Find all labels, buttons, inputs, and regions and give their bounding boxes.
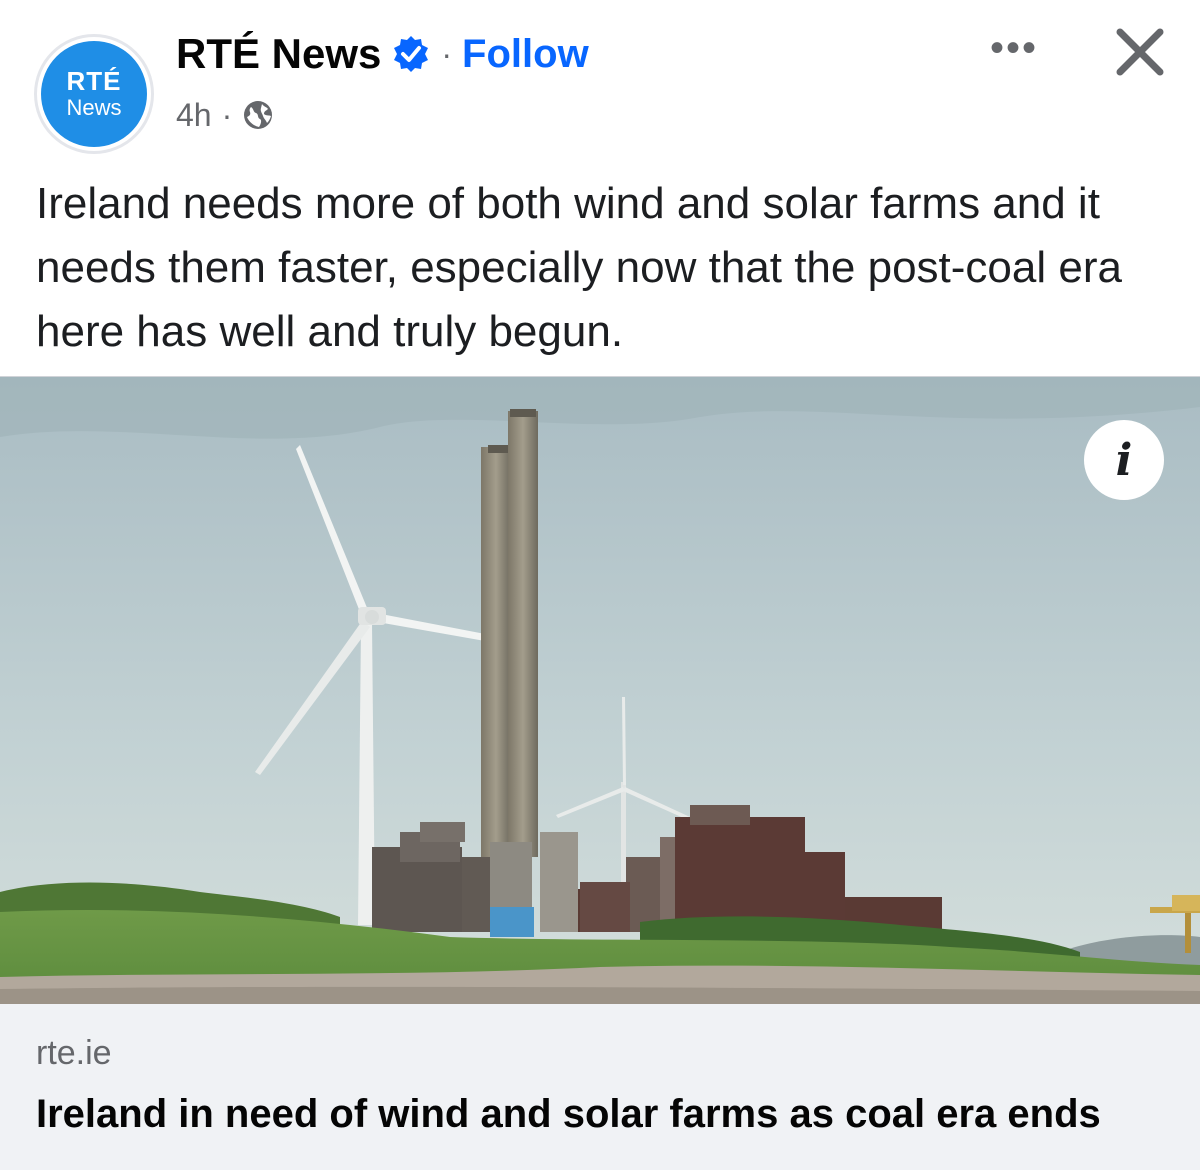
post-caption: Ireland needs more of both wind and sola… (36, 179, 1122, 356)
facebook-post: RTÉ News RTÉ News · Follow 4h · ••• Irel… (0, 0, 1200, 1170)
globe-icon (244, 101, 273, 129)
avatar-logo-text-rte: RTÉ (66, 66, 122, 96)
post-author-row: RTÉ News · Follow (176, 26, 589, 82)
meta-separator: · (221, 96, 233, 133)
post-image-power-station[interactable] (0, 376, 1200, 1005)
more-options-button[interactable]: ••• (972, 26, 1056, 70)
post-meta-row: 4h · (176, 92, 274, 138)
follow-button[interactable]: Follow (462, 32, 589, 77)
page-name-link[interactable]: RTÉ News (176, 30, 381, 78)
link-domain: rte.ie (36, 1034, 112, 1072)
close-icon[interactable] (1108, 20, 1172, 84)
page-avatar[interactable]: RTÉ News (34, 34, 154, 154)
rte-logo: RTÉ News (41, 41, 147, 147)
post-timestamp[interactable]: 4h (176, 97, 212, 134)
image-info-button[interactable]: i (1084, 420, 1164, 500)
avatar-logo-text-news: News (66, 95, 122, 120)
verified-badge-icon (394, 36, 429, 72)
link-title[interactable]: Ireland in need of wind and solar farms … (36, 1092, 1101, 1137)
power-station-wind-turbine-scene (0, 377, 1200, 1005)
name-separator: · (441, 35, 453, 72)
link-preview-card[interactable]: rte.ie Ireland in need of wind and solar… (0, 1004, 1200, 1170)
